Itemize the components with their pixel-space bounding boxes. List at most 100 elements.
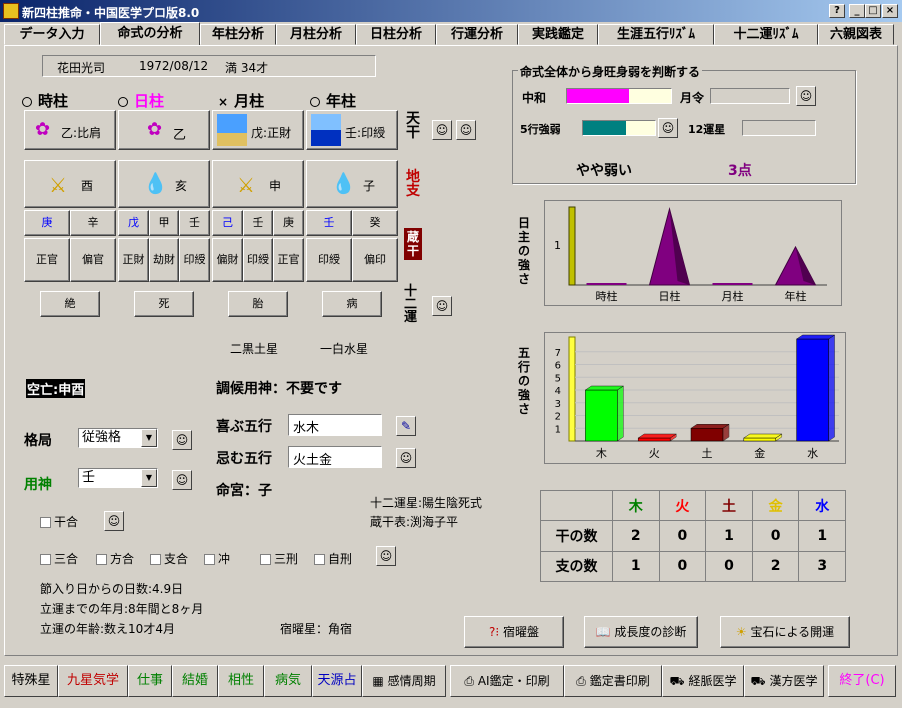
chart2-bar bbox=[637, 437, 671, 442]
person-help-icon[interactable]: ☺ bbox=[796, 86, 816, 106]
seichou-button[interactable]: 📖 成長度の診断 bbox=[584, 616, 698, 648]
person-help-icon[interactable]: ☺ bbox=[432, 120, 452, 140]
houseki-button[interactable]: ☀ 宝石による開運 bbox=[720, 616, 850, 648]
tab-juniun-rhythm[interactable]: 十二運ﾘｽﾞﾑ bbox=[714, 24, 818, 45]
zokan-star-nitchu-2[interactable]: 印綬 bbox=[179, 238, 210, 282]
check-hougou[interactable]: 方合 bbox=[96, 550, 134, 567]
bottom-exit[interactable]: 終了(C) bbox=[828, 665, 896, 697]
chart2-ytick: 1 bbox=[555, 424, 561, 435]
chishi-nitchu-button[interactable]: 💧 亥 bbox=[118, 160, 210, 208]
zokan-star-nenchu-1[interactable]: 偏印 bbox=[352, 238, 398, 282]
bottom-kyusei[interactable]: 九星気学 bbox=[58, 665, 128, 697]
tab-getchu[interactable]: 月柱分析 bbox=[276, 24, 356, 45]
edit-icon[interactable]: ✎ bbox=[396, 416, 416, 436]
person-help-icon[interactable]: ☺ bbox=[432, 296, 452, 316]
tab-meishiki[interactable]: 命式の分析 bbox=[100, 22, 200, 46]
tab-nitchu[interactable]: 日柱分析 bbox=[356, 24, 436, 45]
bottom-shigoto[interactable]: 仕事 bbox=[128, 665, 172, 697]
table-cell: 0 bbox=[705, 550, 753, 583]
person-help-icon[interactable]: ☺ bbox=[396, 448, 416, 468]
help-button[interactable]: ? bbox=[829, 4, 845, 18]
zokan-jichu-1[interactable]: 辛 bbox=[70, 210, 116, 236]
bottom-kanjo[interactable]: ▦ 感情周期 bbox=[362, 665, 446, 697]
person-help-icon[interactable]: ☺ bbox=[172, 470, 192, 490]
shukuyoban-button[interactable]: ?⁝ 宿曜盤 bbox=[464, 616, 564, 648]
sea-icon bbox=[311, 114, 341, 146]
yorokobu-field[interactable]: 水木 bbox=[288, 414, 382, 436]
pillar-header-nitchu: 日柱 bbox=[118, 90, 164, 111]
tab-rokushin[interactable]: 六親図表 bbox=[818, 24, 894, 45]
zokan-jichu-0[interactable]: 庚 bbox=[24, 210, 70, 236]
maximize-button[interactable]: □ bbox=[865, 4, 881, 18]
chishi-nenchu-button[interactable]: 💧 子 bbox=[306, 160, 398, 208]
title-bar: 新四柱推命・中国医学プロ版8.0 ? _ □ × bbox=[0, 0, 902, 22]
zokan-nenchu-0[interactable]: 壬 bbox=[306, 210, 352, 236]
bottom-byouki[interactable]: 病気 bbox=[264, 665, 312, 697]
check-chu[interactable]: 冲 bbox=[204, 550, 230, 567]
check-jikei[interactable]: 自刑 bbox=[314, 550, 352, 567]
chevron-down-icon[interactable]: ▼ bbox=[141, 469, 157, 487]
zokan-getchu-1[interactable]: 壬 bbox=[243, 210, 273, 236]
bottom-tengen[interactable]: 天源占 bbox=[312, 665, 362, 697]
zokan-getchu-0[interactable]: 己 bbox=[212, 210, 243, 236]
zokan-star-getchu-2[interactable]: 正官 bbox=[273, 238, 304, 282]
tenkan-jichu-button[interactable]: ✿ 乙:比肩 bbox=[24, 110, 116, 150]
gekkei-bar bbox=[710, 88, 790, 104]
bottom-kekkon[interactable]: 結婚 bbox=[172, 665, 218, 697]
imu-field[interactable]: 火土金 bbox=[288, 446, 382, 468]
check-sankei[interactable]: 三刑 bbox=[260, 550, 298, 567]
person-help-icon[interactable]: ☺ bbox=[376, 546, 396, 566]
chishi-jichu-button[interactable]: ⚔ 酉 bbox=[24, 160, 116, 208]
youjin-select[interactable]: 壬 ▼ bbox=[78, 468, 158, 488]
zokan-nitchu-1[interactable]: 甲 bbox=[149, 210, 179, 236]
tab-nenchu[interactable]: 年柱分析 bbox=[200, 24, 276, 45]
tab-kouun[interactable]: 行運分析 bbox=[436, 24, 518, 45]
bottom-kanteisho-print[interactable]: ⎙ 鑑定書印刷 bbox=[564, 665, 662, 697]
bottom-ai-print[interactable]: ⎙ AI鑑定・印刷 bbox=[450, 665, 564, 697]
zokan-star-nitchu-1[interactable]: 劫財 bbox=[149, 238, 179, 282]
chishi-nitchu-label: 亥 bbox=[175, 179, 188, 193]
close-button[interactable]: × bbox=[882, 4, 898, 18]
tenkan-nenchu-button[interactable]: 壬:印綬 bbox=[306, 110, 398, 150]
juniun-nitchu[interactable]: 死 bbox=[134, 291, 194, 317]
tab-jissen[interactable]: 実践鑑定 bbox=[518, 24, 598, 45]
zokan-getchu-2[interactable]: 庚 bbox=[273, 210, 304, 236]
minimize-button[interactable]: _ bbox=[849, 4, 865, 18]
tenkan-getchu-button[interactable]: 戊:正財 bbox=[212, 110, 304, 150]
check-sangou[interactable]: 三合 bbox=[40, 550, 78, 567]
person-help-icon[interactable]: ☺ bbox=[456, 120, 476, 140]
tab-data-input[interactable]: データ入力 bbox=[4, 24, 100, 45]
bottom-keimyaku[interactable]: ⛟ 経脈医学 bbox=[662, 665, 744, 697]
chishi-getchu-label: 申 bbox=[269, 179, 282, 193]
chishi-getchu-button[interactable]: ⚔ 申 bbox=[212, 160, 304, 208]
zokan-star-nenchu-0[interactable]: 印綬 bbox=[306, 238, 352, 282]
juniun-nenchu[interactable]: 病 bbox=[322, 291, 382, 317]
bottom-tokushusei[interactable]: 特殊星 bbox=[4, 665, 58, 697]
check-shigou[interactable]: 支合 bbox=[150, 550, 188, 567]
kangou-check[interactable]: 干合 bbox=[40, 513, 78, 530]
person-help-icon[interactable]: ☺ bbox=[104, 511, 124, 531]
juniun-jichu[interactable]: 絶 bbox=[40, 291, 100, 317]
zokan-star-getchu-0[interactable]: 偏財 bbox=[212, 238, 243, 282]
chishi-jichu-label: 酉 bbox=[81, 179, 94, 193]
bottom-aishou[interactable]: 相性 bbox=[218, 665, 264, 697]
bottom-kanpo[interactable]: ⛟ 漢方医学 bbox=[744, 665, 824, 697]
person-help-icon[interactable]: ☺ bbox=[658, 118, 678, 138]
person-help-icon[interactable]: ☺ bbox=[172, 430, 192, 450]
zokan-nenchu-1[interactable]: 癸 bbox=[352, 210, 398, 236]
zokan-nitchu-2[interactable]: 壬 bbox=[179, 210, 210, 236]
zokan-star-jichu-1[interactable]: 偏官 bbox=[70, 238, 116, 282]
zokan-star-nitchu-0[interactable]: 正財 bbox=[118, 238, 149, 282]
tab-gogyo-rhythm[interactable]: 生涯五行ﾘｽﾞﾑ bbox=[598, 24, 714, 45]
printer-icon: ⎙ bbox=[464, 674, 475, 688]
kakkyoku-select[interactable]: 従強格 ▼ bbox=[78, 428, 158, 448]
chart2-bar-top bbox=[795, 334, 836, 340]
chevron-down-icon[interactable]: ▼ bbox=[141, 429, 157, 447]
gogyo-count-table: 木 火 土 金 水 干の数 2 0 1 0 1 支の数 1 0 0 2 3 bbox=[540, 489, 846, 583]
juniun-getchu[interactable]: 胎 bbox=[228, 291, 288, 317]
zokan-nitchu-0[interactable]: 戊 bbox=[118, 210, 149, 236]
zokan-star-jichu-0[interactable]: 正官 bbox=[24, 238, 70, 282]
tenkan-nitchu-button[interactable]: ✿ 乙 bbox=[118, 110, 210, 150]
zokan-star-getchu-1[interactable]: 印綬 bbox=[243, 238, 273, 282]
chart2-svg: 1234567木火土金水 bbox=[555, 334, 839, 460]
